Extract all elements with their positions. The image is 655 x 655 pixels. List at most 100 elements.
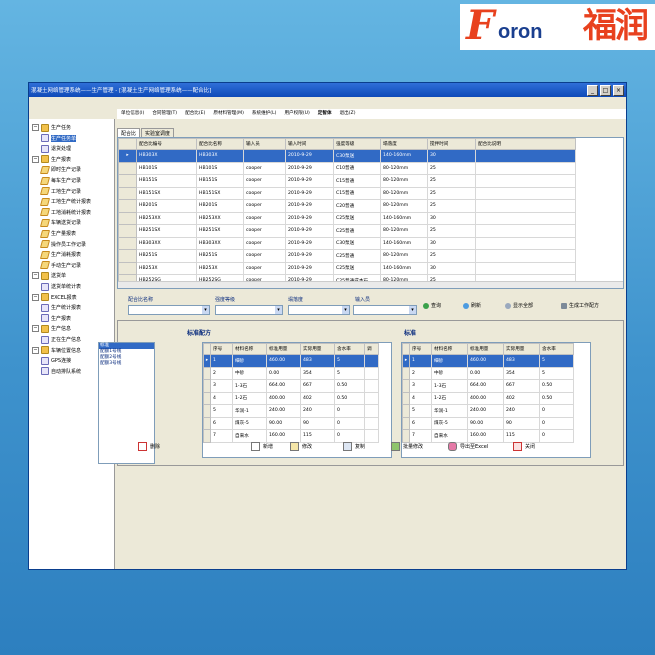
table-cell[interactable]: 664.00 [266,379,301,393]
table-cell[interactable]: 140-160mm [380,236,428,250]
sidebar-item[interactable]: 即时生产记录 [39,165,81,174]
column-header[interactable]: 塌落度 [380,138,428,150]
table-cell[interactable]: 0.50 [539,391,574,405]
row-indicator[interactable] [402,404,410,418]
table-cell[interactable]: HB101S [196,161,244,175]
table-cell[interactable]: 30 [427,211,476,225]
show-all-button[interactable]: 显示全部 [505,302,533,309]
table-cell[interactable]: 2010-9-29 [285,249,334,263]
sidebar-item[interactable]: 生产统计报表 [41,303,81,312]
table-cell[interactable]: cooper [243,224,286,238]
table-cell[interactable]: 30 [427,149,476,163]
row-indicator[interactable]: ▸ [118,149,137,163]
table-cell[interactable]: HB151S [196,174,244,188]
row-indicator[interactable] [402,391,410,405]
sidebar-item[interactable]: 生产任务单 [41,134,77,143]
table-cell[interactable]: 240 [300,404,335,418]
recipe-line-item[interactable]: 配额3号线 [99,361,154,367]
row-indicator[interactable] [402,429,410,443]
table-cell[interactable]: 4 [409,391,432,405]
row-indicator[interactable] [118,224,137,238]
filter-operator-combo[interactable]: ▾ [353,305,417,315]
table-row[interactable]: HB253X HB253X cooper 2010-9-29 C25泵送 140-160m… [118,261,576,275]
table-cell[interactable]: 0 [539,429,574,443]
table-cell[interactable]: 2010-9-29 [285,149,334,163]
collapse-icon[interactable]: − [32,124,39,131]
table-cell[interactable]: 0 [334,429,365,443]
table-cell[interactable]: 自来水 [232,429,267,443]
table-cell[interactable]: 中砂 [232,366,267,380]
table-cell[interactable]: 140-160mm [380,211,428,225]
row-indicator[interactable]: ▸ [203,354,211,368]
menu-item[interactable]: 单位信息(I) [117,109,148,119]
add-button[interactable]: 新增 [251,442,273,451]
table-cell[interactable]: 90 [300,416,335,430]
table-cell[interactable]: 2010-9-29 [285,236,334,250]
table-cell[interactable]: cooper [243,174,286,188]
table-row[interactable]: 2 中砂 0.00 354 5 [203,366,379,380]
table-cell[interactable]: HB253XX [196,211,244,225]
sidebar-item[interactable]: 手动生产记录 [39,261,81,270]
sidebar-item[interactable]: − 生产报表 [32,155,71,164]
row-indicator[interactable] [118,236,137,250]
sidebar-item[interactable]: 每车生产记录 [39,176,81,185]
table-cell[interactable]: 7 [210,429,233,443]
sidebar-item[interactable]: − EXCEL报表 [32,293,77,302]
table-cell[interactable]: 5 [334,366,365,380]
table-cell[interactable]: HB303XX [196,236,244,250]
table-cell[interactable]: 0.50 [539,379,574,393]
table-cell[interactable]: 160.00 [266,429,301,443]
table-cell[interactable]: 5 [210,404,233,418]
table-cell[interactable] [364,416,379,430]
table-cell[interactable] [475,186,576,200]
table-cell[interactable]: 1-3石 [431,379,468,393]
table-row[interactable]: 5 华润-1 240.00 240 0 [203,404,379,418]
table-cell[interactable]: 华润-1 [431,404,468,418]
table-cell[interactable] [364,404,379,418]
menu-item[interactable]: 定智体 [314,109,336,119]
table-cell[interactable]: 115 [300,429,335,443]
table-cell[interactable]: 25 [427,224,476,238]
table-cell[interactable]: 5 [539,354,574,368]
table-cell[interactable]: 25 [427,199,476,213]
table-cell[interactable]: 80-120mm [380,174,428,188]
sidebar-item[interactable]: 车辆送货记录 [39,218,81,227]
table-cell[interactable]: 2010-9-29 [285,174,334,188]
table-cell[interactable]: HB251SX [136,224,197,238]
collapse-icon[interactable]: − [32,346,39,354]
table-row[interactable]: 4 1-2石 400.00 402 0.50 [203,391,379,405]
column-header[interactable]: 输入时间 [285,138,334,150]
table-cell[interactable] [475,224,576,238]
row-indicator[interactable] [203,416,211,430]
row-indicator[interactable] [118,186,137,200]
row-indicator[interactable] [203,379,211,393]
table-cell[interactable] [364,379,379,393]
table-cell[interactable]: 140-160mm [380,149,428,163]
table-row[interactable]: 5 华润-1 240.00 240 0 [402,404,574,418]
table-cell[interactable]: 460.00 [467,354,504,368]
table-cell[interactable]: 483 [300,354,335,368]
table-cell[interactable]: 25 [427,186,476,200]
table-cell[interactable]: C25泵送 [333,211,381,225]
table-cell[interactable]: 2010-9-29 [285,261,334,275]
table-cell[interactable]: 1 [210,354,233,368]
table-cell[interactable]: 0.50 [334,379,365,393]
row-indicator[interactable] [203,366,211,380]
filter-slump-combo[interactable]: ▾ [288,305,350,315]
table-cell[interactable]: HB251S [136,249,197,263]
maximize-button[interactable]: □ [600,85,611,96]
table-cell[interactable]: 自来水 [431,429,468,443]
row-indicator[interactable] [118,211,137,225]
table-cell[interactable]: 0.00 [266,366,301,380]
table-cell[interactable]: C25普通 [333,224,381,238]
table-cell[interactable]: 4 [210,391,233,405]
table-cell[interactable] [475,249,576,263]
table-row[interactable]: HB101S HB101S cooper 2010-9-29 C10普通 80-120mm… [118,161,576,175]
table-cell[interactable]: 7 [409,429,432,443]
table-cell[interactable]: 0.00 [467,366,504,380]
table-cell[interactable]: HB253X [136,261,197,275]
table-row[interactable]: HB201S HB201S cooper 2010-9-29 C20普通 80-120mm… [118,199,576,213]
table-cell[interactable]: 160.00 [467,429,504,443]
table-cell[interactable]: 1-3石 [232,379,267,393]
row-indicator[interactable] [118,261,137,275]
